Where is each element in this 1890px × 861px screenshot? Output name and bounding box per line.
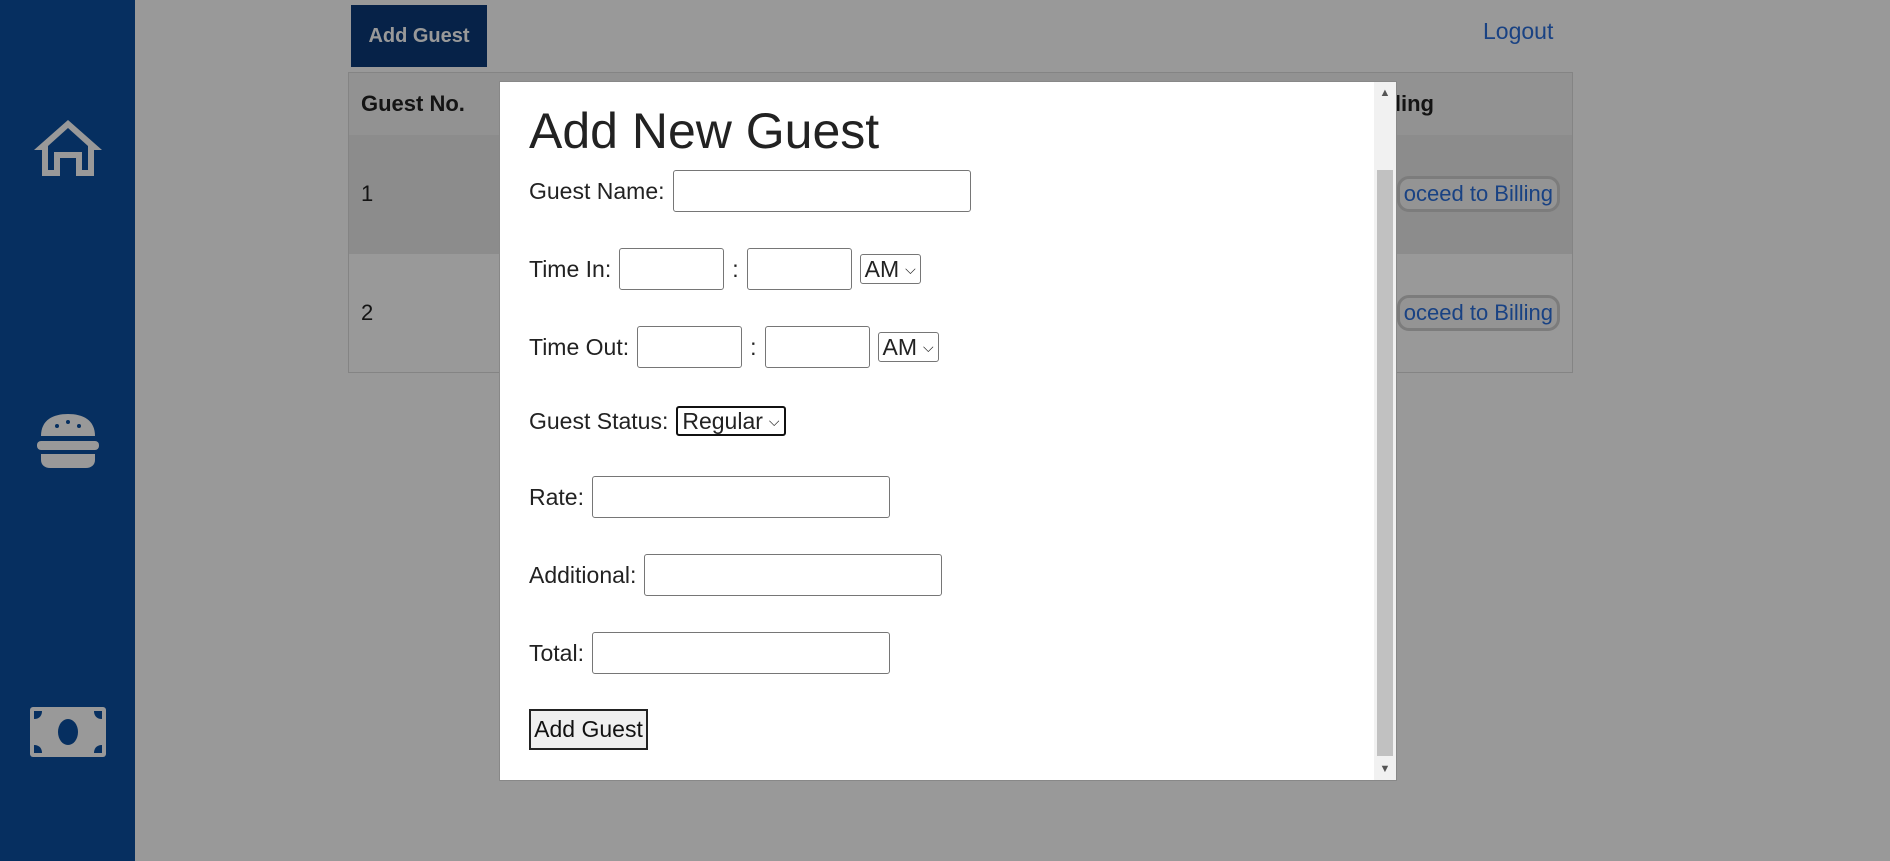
- modal-title: Add New Guest: [529, 103, 880, 159]
- guest-name-label: Guest Name:: [529, 177, 665, 204]
- add-guest-submit-button[interactable]: Add Guest: [529, 709, 648, 750]
- total-input[interactable]: [591, 632, 890, 674]
- time-in-label: Time In:: [529, 255, 612, 282]
- chevron-down-icon: ⌵: [923, 338, 934, 355]
- guest-name-input[interactable]: [672, 170, 971, 212]
- guest-status-label: Guest Status:: [529, 407, 669, 434]
- rate-label: Rate:: [529, 483, 584, 510]
- time-out-minute-input[interactable]: [764, 326, 870, 368]
- time-out-period-value: AM: [882, 333, 918, 360]
- rate-input[interactable]: [591, 476, 890, 518]
- scroll-thumb[interactable]: [1377, 170, 1393, 756]
- add-guest-modal: Add New Guest Guest Name: Time In: : AM …: [499, 81, 1397, 781]
- total-label: Total:: [529, 639, 584, 666]
- guest-status-row: Guest Status: Regular ⌵: [529, 406, 786, 436]
- chevron-down-icon: ⌵: [905, 260, 916, 277]
- additional-input[interactable]: [644, 554, 943, 596]
- time-out-period-select[interactable]: AM ⌵: [877, 332, 939, 362]
- modal-scrollbar[interactable]: ▲ ▼: [1374, 82, 1396, 780]
- time-in-period-value: AM: [864, 255, 900, 282]
- time-in-hour-input[interactable]: [619, 248, 725, 290]
- modal-content: Add New Guest Guest Name: Time In: : AM …: [500, 82, 1374, 780]
- scroll-up-arrow-icon[interactable]: ▲: [1374, 82, 1396, 104]
- rate-row: Rate:: [529, 476, 890, 518]
- time-in-period-select[interactable]: AM ⌵: [859, 254, 921, 284]
- time-out-colon: :: [750, 333, 757, 360]
- chevron-down-icon: ⌵: [768, 412, 780, 429]
- guest-status-select[interactable]: Regular ⌵: [676, 406, 786, 436]
- guest-status-value: Regular: [682, 407, 763, 434]
- time-out-label: Time Out:: [529, 333, 630, 360]
- time-out-hour-input[interactable]: [637, 326, 743, 368]
- time-in-row: Time In: : AM ⌵: [529, 248, 921, 290]
- additional-label: Additional:: [529, 561, 637, 588]
- time-in-colon: :: [732, 255, 739, 282]
- time-in-minute-input[interactable]: [746, 248, 852, 290]
- scroll-down-arrow-icon[interactable]: ▼: [1374, 758, 1396, 780]
- time-out-row: Time Out: : AM ⌵: [529, 326, 939, 368]
- total-row: Total:: [529, 632, 890, 674]
- additional-row: Additional:: [529, 554, 943, 596]
- guest-name-row: Guest Name:: [529, 170, 971, 212]
